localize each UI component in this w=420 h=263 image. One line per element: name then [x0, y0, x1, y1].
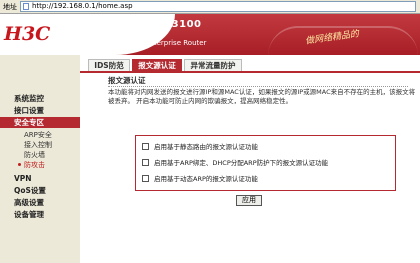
- option-dynamic-arp-label: 启用基于动态ARP的报文源认证功能: [154, 175, 258, 183]
- sidebar-subitem-attack-defense[interactable]: 防攻击: [0, 160, 80, 170]
- address-label: 地址: [3, 3, 17, 11]
- tab-bar: IDS防范 报文源认证 异常流量防护: [80, 59, 420, 73]
- checkbox-arp-binding[interactable]: [142, 159, 149, 166]
- options-box: 启用基于静态路由的报文源认证功能 启用基于ARP绑定、DHCP分配ARP防护下的…: [135, 135, 396, 191]
- h3c-logo: H3C: [4, 23, 51, 45]
- tab-abnormal-traffic[interactable]: 异常流量防护: [184, 59, 242, 71]
- sidebar-item-vpn[interactable]: VPN: [0, 173, 80, 184]
- checkbox-static-route[interactable]: [142, 143, 149, 150]
- sidebar-item-device-management[interactable]: 设备管理: [0, 209, 80, 220]
- option-dynamic-arp: 启用基于动态ARP的报文源认证功能: [142, 174, 392, 184]
- checkbox-dynamic-arp[interactable]: [142, 175, 149, 182]
- product-name: H3C ER3100: [128, 19, 202, 30]
- sidebar-subitem-firewall[interactable]: 防火墙: [0, 150, 80, 160]
- apply-button[interactable]: 应用: [236, 195, 262, 206]
- sidebar-subitem-attack-defense-label: 防攻击: [24, 161, 45, 169]
- option-static-route: 启用基于静态路由的报文源认证功能: [142, 142, 392, 152]
- option-arp-binding: 启用基于ARP绑定、DHCP分配ARP防护下的报文源认证功能: [142, 158, 392, 168]
- option-arp-binding-label: 启用基于ARP绑定、DHCP分配ARP防护下的报文源认证功能: [154, 159, 329, 167]
- current-bullet-icon: [18, 163, 21, 166]
- sidebar-item-advanced[interactable]: 高级设置: [0, 197, 80, 208]
- sidebar-subitem-access-control[interactable]: 接入控制: [0, 140, 80, 150]
- section-title: 报文源认证: [108, 76, 408, 87]
- description-text: 本功能将对内网发送的报文进行源IP和源MAC认证，如果报文的源IP或源MAC来自…: [108, 88, 416, 105]
- product-subtitle: Enterprise Router: [145, 39, 207, 47]
- page-icon: [23, 3, 29, 10]
- tab-source-auth[interactable]: 报文源认证: [132, 59, 182, 71]
- main-content: IDS防范 报文源认证 异常流量防护 报文源认证 本功能将对内网发送的报文进行源…: [80, 55, 420, 263]
- sidebar-item-qos[interactable]: QoS设置: [0, 185, 80, 196]
- sidebar-item-interface-settings[interactable]: 接口设置: [0, 105, 80, 116]
- sidebar-subitem-arp-security[interactable]: ARP安全: [0, 130, 80, 140]
- sidebar: 系统监控 接口设置 安全专区 ARP安全 接入控制 防火墙 防攻击 VPN Qo…: [0, 55, 80, 263]
- sidebar-item-system-monitor[interactable]: 系统监控: [0, 93, 80, 104]
- logo-area: H3C: [0, 14, 115, 55]
- option-static-route-label: 启用基于静态路由的报文源认证功能: [154, 143, 258, 151]
- address-url: http://192.168.0.1/home.asp: [32, 2, 133, 10]
- browser-address-bar: 地址 http://192.168.0.1/home.asp: [0, 0, 420, 14]
- tab-ids[interactable]: IDS防范: [88, 59, 130, 71]
- sidebar-item-security[interactable]: 安全专区: [0, 117, 80, 128]
- router-admin-page: H3C H3C ER3100 Enterprise Router 做网络精品的 …: [0, 14, 420, 263]
- address-input[interactable]: http://192.168.0.1/home.asp: [20, 1, 416, 12]
